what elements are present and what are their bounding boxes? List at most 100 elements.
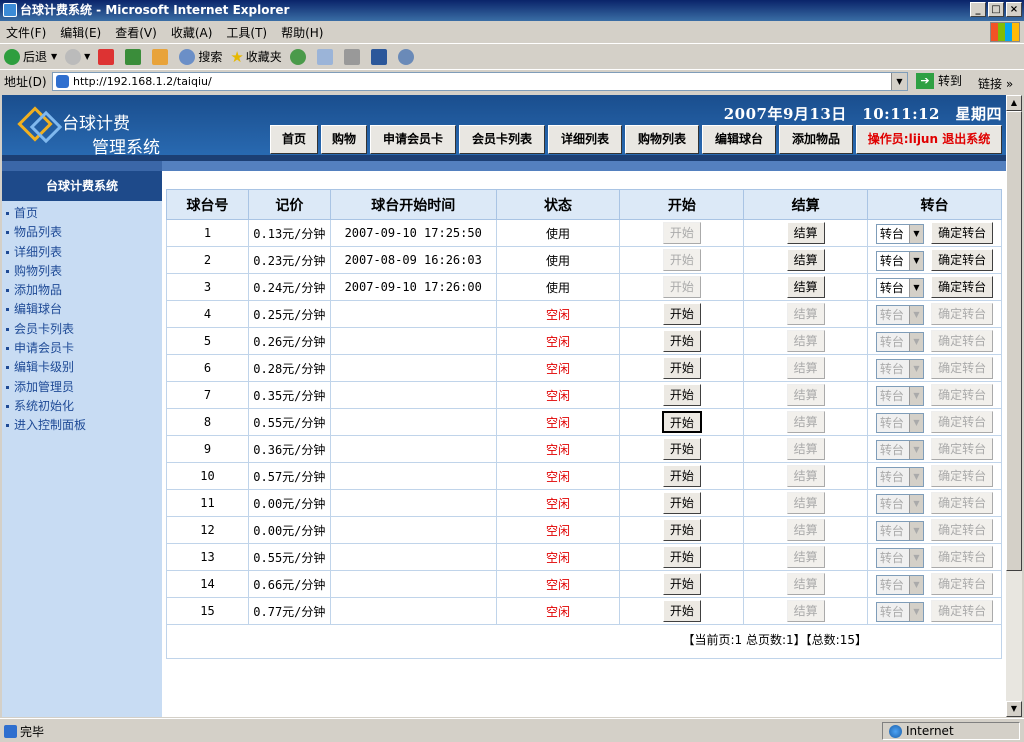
settle-button[interactable]: 结算 xyxy=(786,222,825,244)
start-button[interactable]: 开始 xyxy=(662,573,701,595)
header-bottom-bar-right xyxy=(162,161,1006,171)
messenger-icon[interactable] xyxy=(397,48,414,65)
billiard-table-list: 球台号 记价 球台开始时间 状态 开始 结算 转台 1 0.13元/分钟 2007-… xyxy=(166,189,1002,625)
menu-help[interactable]: 帮助(H) xyxy=(281,24,323,41)
transfer-select: 转台 ▼ xyxy=(875,358,924,379)
sidebar-item[interactable]: 系统初始化 xyxy=(2,397,86,416)
sidebar-item[interactable]: 会员卡列表 xyxy=(2,320,86,339)
media-icon[interactable] xyxy=(289,48,306,65)
go-button[interactable]: ➔ 转到 xyxy=(916,72,962,89)
cell-start: 开始 xyxy=(619,300,745,328)
confirm-transfer-button[interactable]: 确定转台 xyxy=(931,249,994,271)
start-button[interactable]: 开始 xyxy=(662,546,701,568)
start-button[interactable]: 开始 xyxy=(662,600,701,622)
app-title-line1: 台球计费 xyxy=(62,114,130,134)
select-arrow-icon: ▼ xyxy=(908,548,923,567)
menu-edit[interactable]: 编辑(E) xyxy=(60,24,101,41)
links-button[interactable]: 链接 » xyxy=(978,75,1013,92)
cell-start-time xyxy=(329,462,497,490)
start-button[interactable]: 开始 xyxy=(662,492,701,514)
settle-button[interactable]: 结算 xyxy=(786,276,825,298)
vertical-scrollbar[interactable]: ▲ ▼ xyxy=(1006,95,1022,717)
confirm-transfer-button[interactable]: 确定转台 xyxy=(931,276,994,298)
menu-tools[interactable]: 工具(T) xyxy=(226,24,267,41)
menu-view[interactable]: 查看(V) xyxy=(115,24,157,41)
select-arrow-icon: ▼ xyxy=(908,278,923,297)
cell-table-no: 14 xyxy=(166,570,249,598)
sidebar-item[interactable]: 编辑卡级别 xyxy=(2,358,86,377)
nav-edit-table[interactable]: 编辑球台 xyxy=(702,125,776,154)
sidebar-item[interactable]: 申请会员卡 xyxy=(2,339,86,358)
cell-settle: 结算 xyxy=(743,354,869,382)
cell-status: 使用 xyxy=(495,246,621,274)
start-button[interactable]: 开始 xyxy=(661,411,702,433)
stop-icon[interactable] xyxy=(98,48,115,65)
cell-start: 开始 xyxy=(619,489,745,517)
scroll-up-icon[interactable]: ▲ xyxy=(1006,95,1022,111)
settle-button: 结算 xyxy=(786,573,825,595)
table-header-row: 球台号 记价 球台开始时间 状态 开始 结算 转台 xyxy=(166,189,1002,220)
start-button[interactable]: 开始 xyxy=(662,303,701,325)
settle-button: 结算 xyxy=(786,600,825,622)
operator-logout-button[interactable]: 操作员:lijun 退出系统 xyxy=(856,125,1002,154)
start-button[interactable]: 开始 xyxy=(662,519,701,541)
sidebar-item[interactable]: 购物列表 xyxy=(2,262,86,281)
forward-dropdown-icon[interactable]: ▼ xyxy=(84,52,90,61)
nav-detail-list[interactable]: 详细列表 xyxy=(548,125,622,154)
cell-table-no: 15 xyxy=(166,597,249,625)
confirm-transfer-button[interactable]: 确定转台 xyxy=(931,222,994,244)
forward-button[interactable]: ▼ xyxy=(65,48,90,65)
nav-card-list[interactable]: 会员卡列表 xyxy=(459,125,545,154)
address-dropdown-icon[interactable]: ▼ xyxy=(891,73,907,90)
menu-file[interactable]: 文件(F) xyxy=(6,24,46,41)
maximize-button[interactable]: □ xyxy=(988,2,1004,17)
sidebar-item[interactable]: 物品列表 xyxy=(2,223,86,242)
search-button[interactable]: 搜索 xyxy=(179,48,222,65)
nav-apply-card[interactable]: 申请会员卡 xyxy=(370,125,456,154)
sidebar-item[interactable]: 编辑球台 xyxy=(2,300,86,319)
settle-button: 结算 xyxy=(786,357,825,379)
start-button[interactable]: 开始 xyxy=(662,330,701,352)
cell-price: 0.24元/分钟 xyxy=(247,273,331,301)
start-button[interactable]: 开始 xyxy=(662,357,701,379)
back-button[interactable]: 后退 ▼ xyxy=(4,48,57,65)
page-content: 台球计费 管理系统 2007年9月13日 10:11:12 星期四 首页 购物 … xyxy=(2,95,1006,717)
status-bar: 完毕 Internet xyxy=(0,718,1024,742)
cell-start-time xyxy=(329,381,497,409)
start-button[interactable]: 开始 xyxy=(662,384,701,406)
sidebar-item[interactable]: 首页 xyxy=(2,204,86,223)
sidebar-item[interactable]: 添加物品 xyxy=(2,281,86,300)
word-edit-icon[interactable] xyxy=(370,48,387,65)
nav-add-item[interactable]: 添加物品 xyxy=(779,125,853,154)
sidebar-item[interactable]: 详细列表 xyxy=(2,243,86,262)
settle-button: 结算 xyxy=(786,438,825,460)
minimize-button[interactable]: _ xyxy=(970,2,986,17)
scroll-thumb[interactable] xyxy=(1006,111,1022,571)
transfer-select[interactable]: 转台 ▼ xyxy=(875,277,924,298)
address-url: http://192.168.1.2/taiqiu/ xyxy=(73,75,212,88)
menu-favorites[interactable]: 收藏(A) xyxy=(171,24,213,41)
favorites-button[interactable]: ★ 收藏夹 xyxy=(230,48,281,66)
transfer-select[interactable]: 转台 ▼ xyxy=(875,223,924,244)
zone-label: Internet xyxy=(906,724,954,738)
transfer-select[interactable]: 转台 ▼ xyxy=(875,250,924,271)
sidebar-item[interactable]: 添加管理员 xyxy=(2,378,86,397)
settle-button[interactable]: 结算 xyxy=(786,249,825,271)
sidebar-item[interactable]: 进入控制面板 xyxy=(2,416,86,435)
cell-transfer: 转台 ▼ 确定转台 xyxy=(867,246,1002,274)
cell-price: 0.36元/分钟 xyxy=(247,435,331,463)
mail-icon[interactable] xyxy=(316,48,333,65)
home-icon[interactable] xyxy=(152,48,169,65)
refresh-icon[interactable] xyxy=(125,48,142,65)
print-icon[interactable] xyxy=(343,48,360,65)
close-button[interactable]: × xyxy=(1006,2,1022,17)
address-input[interactable]: http://192.168.1.2/taiqiu/ ▼ xyxy=(52,72,908,91)
back-dropdown-icon[interactable]: ▼ xyxy=(51,52,57,61)
nav-shopping[interactable]: 购物 xyxy=(321,125,367,154)
start-button[interactable]: 开始 xyxy=(662,465,701,487)
nav-home[interactable]: 首页 xyxy=(270,125,318,154)
nav-purchase-list[interactable]: 购物列表 xyxy=(625,125,699,154)
start-button[interactable]: 开始 xyxy=(662,438,701,460)
scroll-down-icon[interactable]: ▼ xyxy=(1006,701,1022,717)
address-bar: 地址(D) http://192.168.1.2/taiqiu/ ▼ ➔ 转到 … xyxy=(0,69,1024,93)
